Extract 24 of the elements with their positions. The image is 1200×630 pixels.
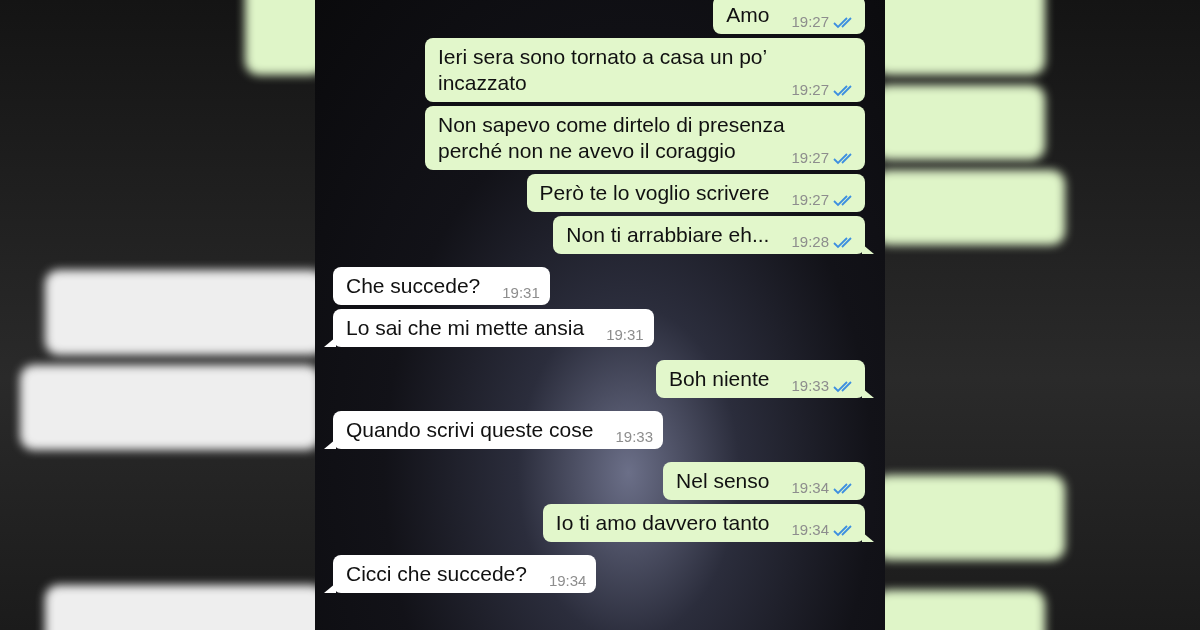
- message-time: 19:33: [791, 376, 829, 396]
- message-text: Amo: [726, 3, 770, 26]
- message-text: Però te lo voglio scrivere: [539, 181, 770, 204]
- message-time: 19:34: [791, 478, 829, 498]
- message-time: 19:27: [791, 190, 829, 210]
- message-time: 19:27: [791, 148, 829, 168]
- message-time: 19:27: [791, 80, 829, 100]
- message-text: Quando scrivi queste cose: [346, 418, 594, 441]
- message-time: 19:31: [502, 283, 540, 303]
- message-text: Boh niente: [669, 367, 770, 390]
- message-text: Ieri sera sono tornato a casa un po’ incazzato: [438, 45, 767, 94]
- message-text: Non sapevo come dirtelo di presenza perché non ne avevo il coraggio: [438, 113, 785, 162]
- message-text: Io ti amo davvero tanto: [555, 511, 770, 534]
- message-time: 19:28: [791, 232, 829, 252]
- message-text: Cicci che succede?: [346, 562, 527, 585]
- message-text: Lo sai che mi mette ansia: [346, 316, 585, 339]
- message-time: 19:33: [615, 427, 653, 447]
- message-time: 19:27: [791, 12, 829, 32]
- message-time: 19:34: [791, 520, 829, 540]
- message-time: 19:31: [606, 325, 644, 345]
- message-time: 19:34: [548, 571, 587, 591]
- message-text: Non ti arrabbiare eh...: [566, 223, 770, 246]
- message-text: Nel senso: [676, 469, 770, 492]
- message-text: Che succede?: [346, 274, 481, 297]
